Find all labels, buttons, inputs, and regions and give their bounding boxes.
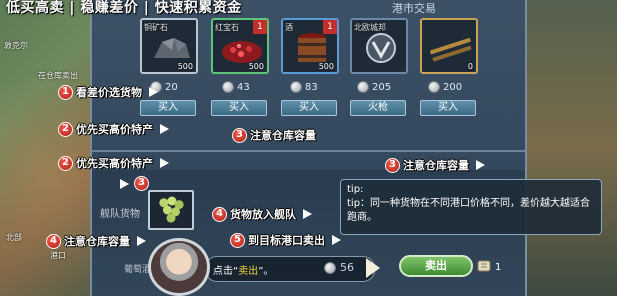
map-label: 在仓库卖出 (38, 71, 78, 80)
sell-price: 56 (324, 261, 354, 274)
captain-avatar (148, 238, 210, 296)
scroll-icon[interactable] (476, 258, 492, 274)
arrow-icon (160, 124, 169, 134)
step-2-buy-specialty: 2 优先买高价特产 (58, 121, 169, 137)
silver-coin-icon (324, 261, 336, 274)
step-3-marker: 3 (120, 176, 149, 191)
arrow-icon (332, 235, 341, 245)
buy-button[interactable]: 买入 (281, 100, 337, 116)
panel-title: 港市交易 (392, 2, 436, 15)
sell-button[interactable]: 卖出 (399, 255, 473, 277)
silver-coin-icon (357, 81, 369, 93)
goods-price: 43 (222, 81, 250, 93)
goods-qty: 500 (248, 62, 264, 71)
silver-coin-icon (222, 81, 234, 93)
goods-price: 83 (290, 81, 318, 93)
emblem-icon (366, 33, 396, 63)
fleet-cargo-slot[interactable] (148, 190, 194, 230)
silver-coin-icon (290, 81, 302, 93)
step-3-warehouse-capacity: 3 注意仓库容量 (232, 127, 316, 143)
step-4-load-fleet: 4 货物放入舰队 (212, 206, 312, 222)
map-label: 北部 (6, 233, 22, 242)
silver-coin-icon (428, 81, 440, 93)
buy-button[interactable]: 火枪 (350, 100, 406, 116)
tutorial-headline: 低买高卖 | 稳赚差价 | 快速积累资金 (6, 0, 242, 16)
scroll-count: 1 (495, 262, 502, 273)
step-4-warehouse-capacity: 4 注意仓库容量 (46, 233, 146, 249)
goods-slot-ruby[interactable]: 红宝石 1 500 (211, 18, 269, 74)
arrow-icon (149, 87, 158, 97)
goods-price: 205 (357, 81, 391, 93)
section-divider (92, 150, 525, 152)
buy-button[interactable]: 买入 (211, 100, 267, 116)
grapes-icon (159, 196, 184, 223)
arrow-icon (137, 236, 146, 246)
buy-button[interactable]: 买入 (420, 100, 476, 116)
goods-price: 200 (428, 81, 462, 93)
speech-text: 点击“卖出”。 (213, 266, 274, 277)
copper-ore-icon (154, 38, 190, 58)
step-5-sell-at-port: 5 到目标港口卖出 (230, 232, 341, 248)
fleet-goods-name: 葡萄酒 (124, 265, 152, 275)
tip-title: tip: (347, 184, 364, 195)
musket-icon (429, 37, 472, 62)
pointer-arrow-icon (366, 258, 380, 278)
goods-slot-copper[interactable]: 铜矿石 500 (140, 18, 198, 74)
tip-body: tip：同一种货物在不同港口价格不同，差价越大越适合跑商。 (347, 198, 591, 223)
goods-slot-musket[interactable]: 0 (420, 18, 478, 74)
step-2-buy-specialty: 2 优先买高价特产 (58, 155, 169, 171)
buy-button[interactable]: 买入 (140, 100, 196, 116)
wine-barrel-icon (298, 33, 326, 62)
goods-qty: 500 (318, 62, 334, 71)
goods-qty: 0 (467, 62, 473, 71)
arrow-icon (303, 209, 312, 219)
step-3-warehouse-capacity: 3 注意仓库容量 (385, 157, 485, 173)
map-label: 敦克尔 (4, 41, 28, 50)
arrow-icon (476, 160, 485, 170)
goods-slot-wine[interactable]: 酒 1 500 (281, 18, 339, 74)
fleet-cargo-label: 舰队货物 (100, 209, 140, 220)
goods-slot-emblem[interactable]: 北欧城邦 (350, 18, 408, 74)
map-label: 港口 (50, 251, 66, 260)
tip-box: tip: tip：同一种货物在不同港口价格不同，差价越大越适合跑商。 (340, 179, 602, 235)
ruby-icon (222, 41, 262, 63)
arrow-icon (120, 178, 129, 189)
step-1-choose-goods: 1 看差价选货物 (58, 84, 158, 100)
arrow-icon (160, 158, 169, 168)
goods-qty: 500 (177, 62, 193, 71)
